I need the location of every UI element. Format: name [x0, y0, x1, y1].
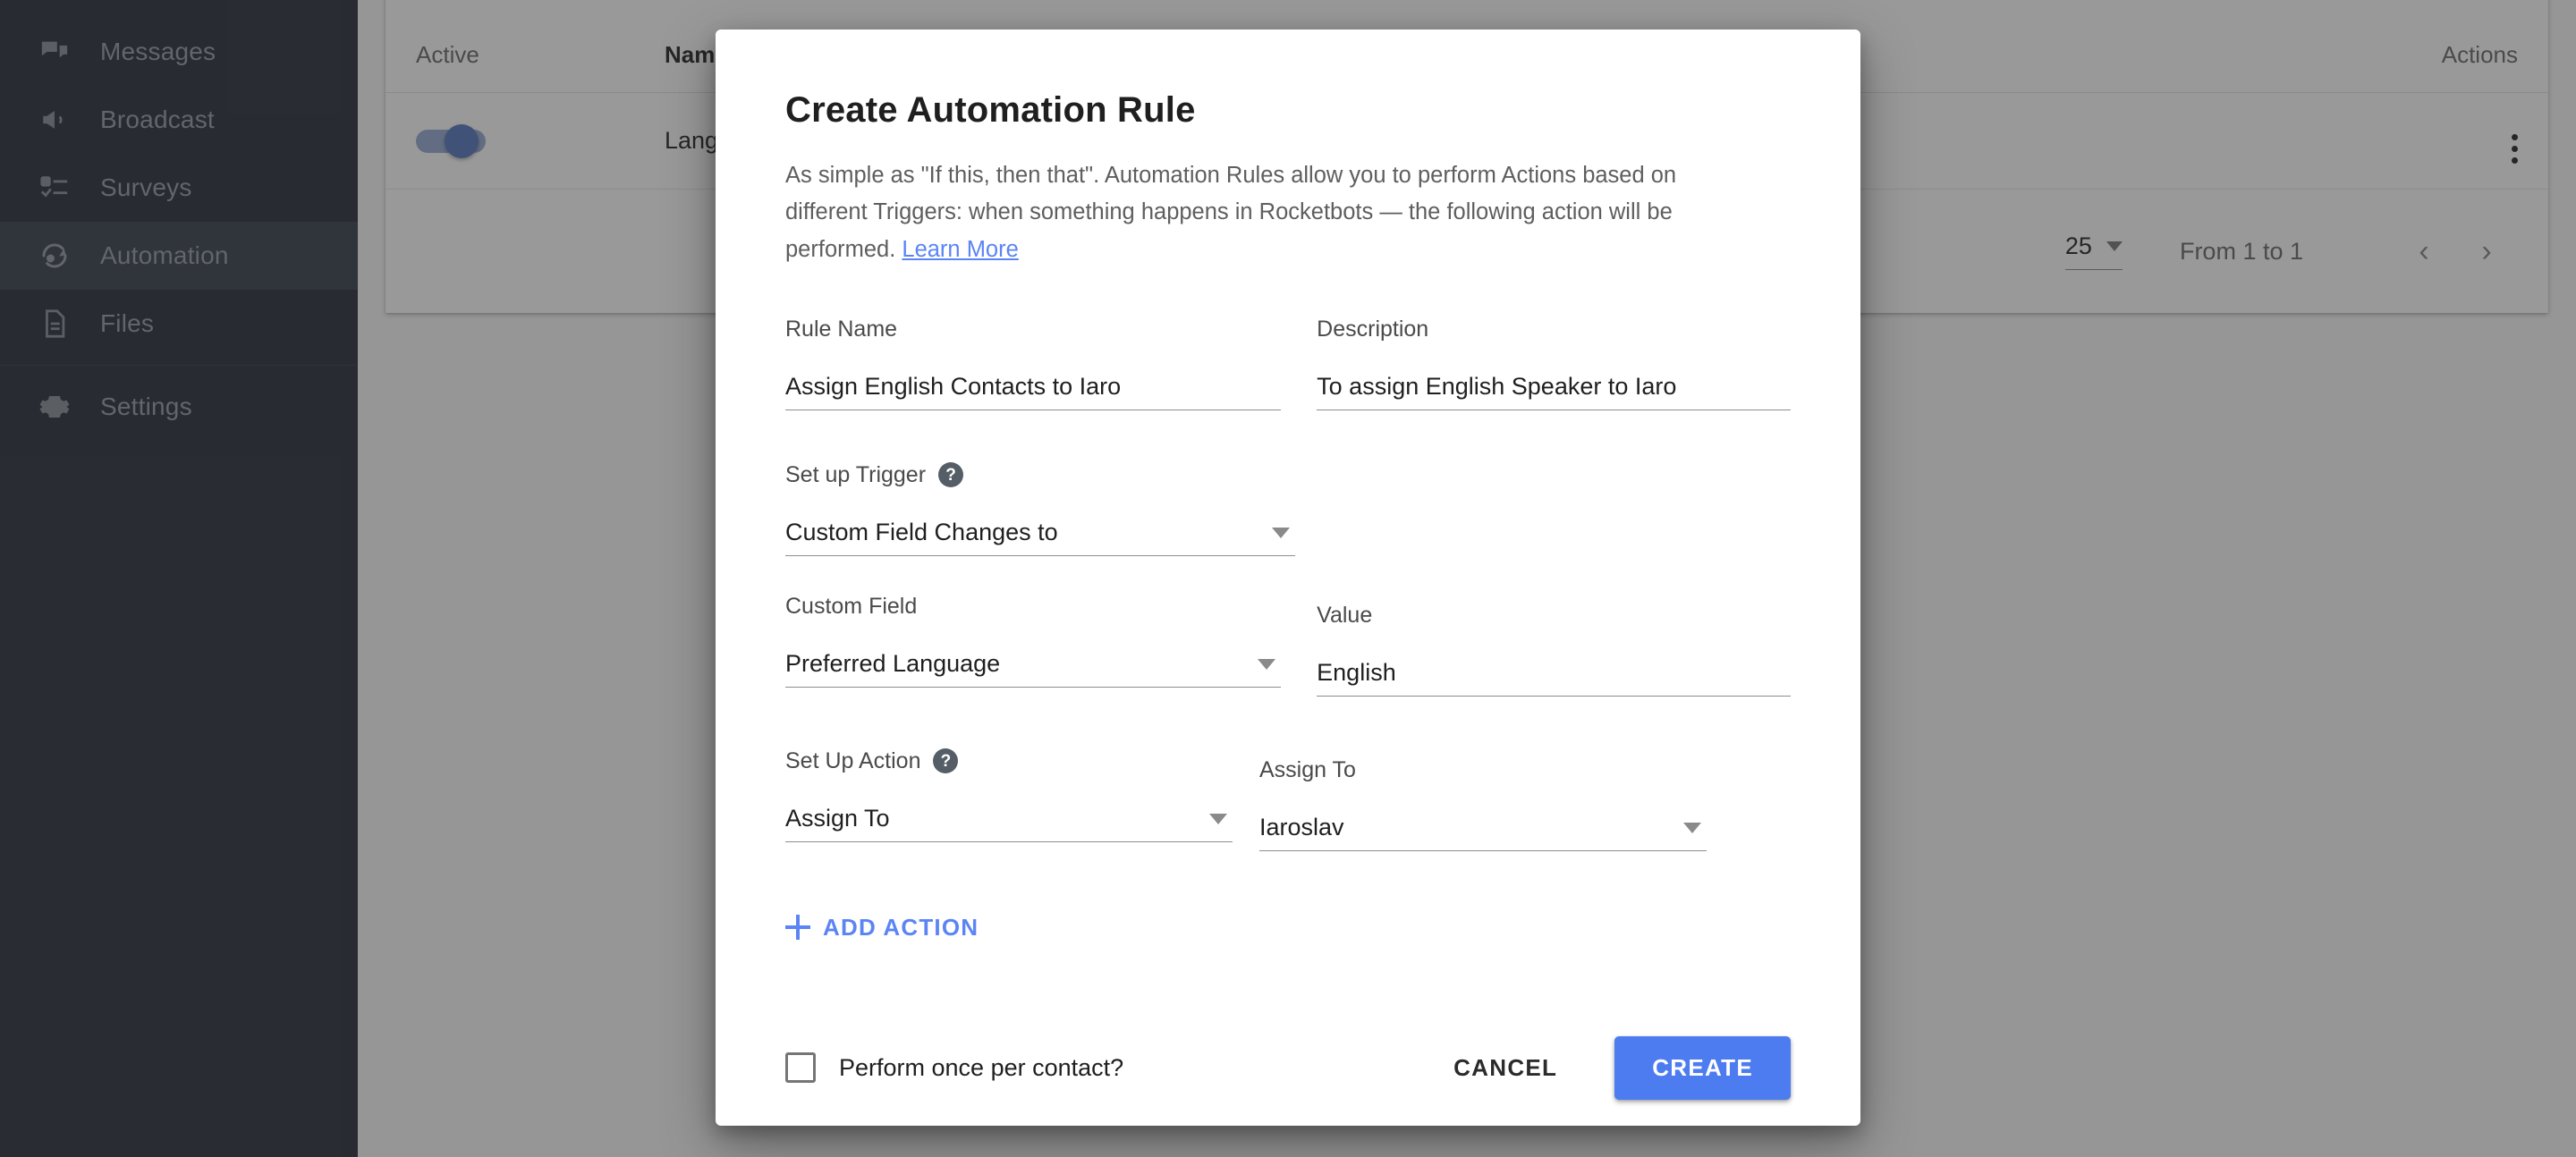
- action-label-text: Set Up Action: [785, 747, 921, 773]
- action-label: Set Up Action ?: [785, 748, 1233, 774]
- add-action-button[interactable]: ADD ACTION: [785, 914, 1791, 942]
- chevron-down-icon: [1272, 527, 1290, 538]
- assign-to-select[interactable]: Iaroslav: [1259, 805, 1707, 851]
- description-label: Description: [1317, 316, 1429, 342]
- create-button[interactable]: CREATE: [1614, 1035, 1791, 1100]
- dialog-title: Create Automation Rule: [785, 90, 1196, 130]
- chevron-down-icon: [1683, 822, 1701, 833]
- cancel-button[interactable]: CANCEL: [1427, 1038, 1584, 1098]
- trigger-row: Set up Trigger ? Custom Field Changes to: [785, 462, 1791, 556]
- perform-once-checkbox[interactable]: [785, 1052, 816, 1084]
- action-row: Set Up Action ? Assign To Assign To Iaro…: [785, 748, 1791, 851]
- custom-field-select[interactable]: Preferred Language: [785, 641, 1282, 688]
- learn-more-link[interactable]: Learn More: [902, 237, 1018, 262]
- trigger-select[interactable]: Custom Field Changes to: [785, 510, 1295, 556]
- action-value: Assign To: [785, 804, 890, 832]
- rule-name-value: Assign English Contacts to Iaro: [785, 372, 1122, 400]
- rule-name-label: Rule Name: [785, 316, 898, 342]
- help-icon[interactable]: ?: [938, 462, 964, 488]
- assign-to-value: Iaroslav: [1259, 813, 1344, 840]
- rule-name-description-row: Rule Name Assign English Contacts to Iar…: [785, 317, 1791, 410]
- rule-name-input[interactable]: Assign English Contacts to Iaro: [785, 364, 1282, 410]
- add-action-label: ADD ACTION: [823, 913, 979, 941]
- app-root: Contacts Messages Broadcast: [0, 0, 2576, 1157]
- create-automation-rule-dialog: Create Automation Rule As simple as "If …: [716, 30, 1860, 1126]
- value-input[interactable]: English: [1317, 650, 1791, 697]
- custom-field-value-row: Custom Field Preferred Language Value En…: [785, 594, 1791, 697]
- plus-icon: [785, 915, 810, 941]
- trigger-value: Custom Field Changes to: [785, 518, 1058, 545]
- custom-field-label: Custom Field: [785, 593, 918, 619]
- chevron-down-icon: [1258, 658, 1276, 670]
- trigger-label: Set up Trigger ?: [785, 462, 1295, 488]
- chevron-down-icon: [1209, 813, 1227, 824]
- description-input[interactable]: To assign English Speaker to Iaro: [1317, 364, 1791, 410]
- custom-field-value: Preferred Language: [785, 649, 1001, 677]
- dialog-footer: Perform once per contact? CANCEL CREATE: [785, 1035, 1791, 1100]
- assign-to-label: Assign To: [1259, 756, 1356, 782]
- description-value: To assign English Speaker to Iaro: [1317, 372, 1677, 400]
- help-icon[interactable]: ?: [933, 748, 959, 774]
- value-value: English: [1317, 658, 1396, 686]
- action-select[interactable]: Assign To: [785, 796, 1233, 842]
- value-label: Value: [1317, 602, 1373, 628]
- trigger-label-text: Set up Trigger: [785, 461, 927, 487]
- perform-once-label: Perform once per contact?: [839, 1053, 1124, 1081]
- dialog-description: As simple as "If this, then that". Autom…: [785, 157, 1707, 268]
